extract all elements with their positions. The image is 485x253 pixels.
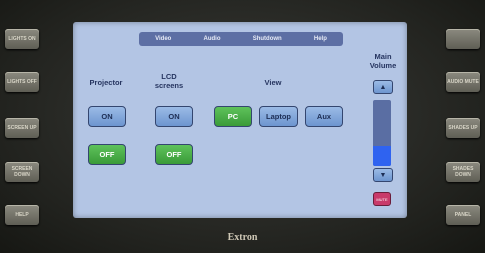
brand-logo: Extron	[227, 232, 258, 243]
tab-audio[interactable]: Audio	[204, 36, 221, 42]
lcd-on-button[interactable]: ON	[155, 106, 193, 127]
right-hard-button-1[interactable]	[446, 29, 480, 49]
left-hard-button-2[interactable]: LIGHTS OFF	[5, 72, 39, 92]
projector-label: Projector	[89, 78, 123, 87]
main-volume-label: Main Volume	[369, 52, 397, 70]
chevron-down-icon: ▼	[379, 171, 387, 179]
volume-slider[interactable]	[373, 100, 391, 166]
left-hard-button-3[interactable]: SCREEN UP	[5, 118, 39, 138]
mute-button[interactable]: MUTE	[373, 192, 391, 206]
touch-screen: Video Audio Shutdown Help Projector LCD …	[73, 22, 407, 218]
chevron-up-icon: ▲	[379, 83, 387, 91]
right-hard-button-4[interactable]: SHADES DOWN	[446, 162, 480, 182]
volume-down-button[interactable]: ▼	[373, 168, 393, 182]
tab-help[interactable]: Help	[314, 36, 327, 42]
tab-bar: Video Audio Shutdown Help	[139, 32, 343, 46]
view-laptop-button[interactable]: Laptop	[259, 106, 298, 127]
right-hard-button-5[interactable]: PANEL	[446, 205, 480, 225]
lcd-off-button[interactable]: OFF	[155, 144, 193, 165]
lcd-screens-label: LCD screens	[154, 72, 184, 90]
left-hard-button-5[interactable]: HELP	[5, 205, 39, 225]
view-pc-button[interactable]: PC	[214, 106, 252, 127]
view-aux-button[interactable]: Aux	[305, 106, 343, 127]
tab-video[interactable]: Video	[155, 36, 171, 42]
left-hard-button-1[interactable]: LIGHTS ON	[5, 29, 39, 49]
volume-level-fill	[373, 146, 391, 166]
view-label: View	[264, 78, 282, 87]
right-hard-button-2[interactable]: AUDIO MUTE	[446, 72, 480, 92]
projector-off-button[interactable]: OFF	[88, 144, 126, 165]
volume-up-button[interactable]: ▲	[373, 80, 393, 94]
left-hard-button-4[interactable]: SCREEN DOWN	[5, 162, 39, 182]
projector-on-button[interactable]: ON	[88, 106, 126, 127]
tab-shutdown[interactable]: Shutdown	[253, 36, 282, 42]
right-hard-button-3[interactable]: SHADES UP	[446, 118, 480, 138]
